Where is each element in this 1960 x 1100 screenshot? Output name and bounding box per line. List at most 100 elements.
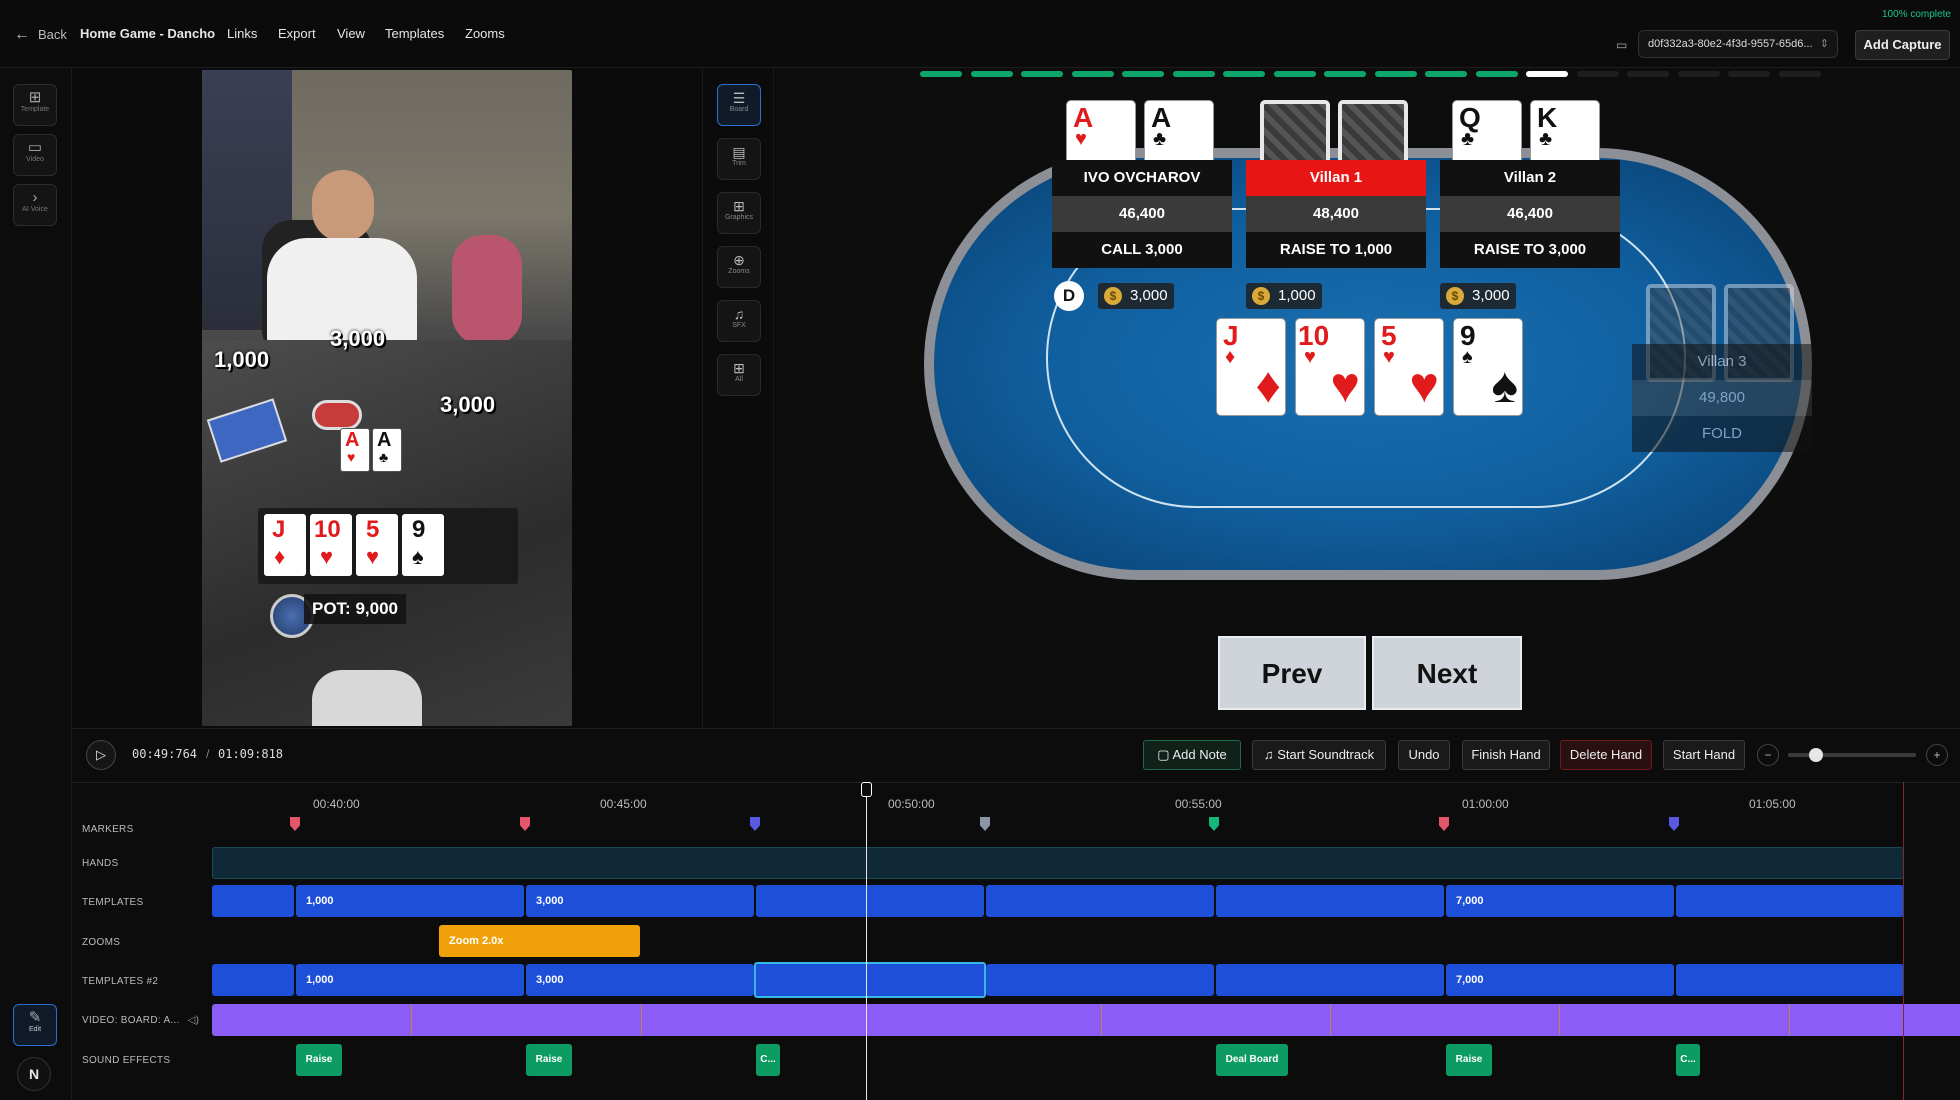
add-note-button[interactable]: ▢ Add Note	[1143, 740, 1241, 770]
template-clip[interactable]	[1216, 885, 1444, 917]
playhead[interactable]	[866, 790, 867, 1100]
person-head-image	[312, 170, 374, 242]
speaker-icon[interactable]: ◁)	[188, 1015, 200, 1026]
community-card: 5 ♥ ♥	[1374, 318, 1444, 416]
hand-progress	[920, 68, 1821, 80]
back-button[interactable]: ← Back	[14, 26, 67, 44]
template-clip[interactable]	[756, 885, 984, 917]
clip-split	[1330, 1004, 1331, 1036]
zoom-in-button[interactable]: +	[1926, 744, 1948, 766]
next-button[interactable]: Next	[1372, 636, 1522, 710]
lane-label-zooms: ZOOMS	[82, 937, 121, 948]
sfx-clip[interactable]: Raise	[296, 1044, 342, 1076]
rail-ai-voice-button[interactable]: › AI Voice	[13, 184, 57, 226]
progress-segment	[1071, 71, 1114, 77]
chevron-updown-icon: ⇕	[1819, 38, 1829, 50]
template-clip[interactable]: 3,000	[526, 885, 754, 917]
template-clip[interactable]	[212, 885, 294, 917]
tool-board-button[interactable]: ☰ Board	[717, 84, 761, 126]
template-clip[interactable]: 7,000	[1446, 885, 1674, 917]
template-clip-selected[interactable]	[754, 962, 986, 998]
template-clip[interactable]	[1216, 964, 1444, 996]
zoom-clip[interactable]: Zoom 2.0x	[439, 925, 640, 957]
zoom-slider[interactable]	[1788, 748, 1916, 762]
progress-segment	[1627, 71, 1669, 77]
ruler-tick: 00:55:00	[1175, 797, 1222, 811]
template-clip[interactable]: 1,000	[296, 964, 524, 996]
bet-chip: $3,000	[1440, 283, 1516, 309]
template-clip[interactable]	[986, 964, 1214, 996]
video-preview[interactable]: 1,000 3,000 3,000 A ♥ A ♣ J ♦ 10 ♥ 5 ♥ 9 ♠ POT…	[202, 70, 572, 726]
ruler-line	[72, 782, 1960, 783]
tool-sfx-button[interactable]: ♫ SFX	[717, 300, 761, 342]
zoom-out-button[interactable]: −	[1757, 744, 1779, 766]
template-clip[interactable]: 7,000	[1446, 964, 1674, 996]
progress-segment	[1677, 71, 1720, 77]
sfx-clip[interactable]: C...	[756, 1044, 780, 1076]
tool-trim-button[interactable]: ▤ Trim	[717, 138, 761, 180]
sfx-clip[interactable]: Raise	[1446, 1044, 1492, 1076]
menu-export[interactable]: Export	[278, 26, 316, 41]
start-soundtrack-button[interactable]: ♫ Start Soundtrack	[1252, 740, 1386, 770]
player-action: RAISE TO 1,000	[1279, 241, 1393, 258]
player-stack: 46,400	[1440, 196, 1620, 232]
template-clip[interactable]: 3,000	[526, 964, 754, 996]
clip-split	[1789, 1004, 1790, 1036]
template-clip[interactable]	[212, 964, 294, 996]
rail-video-button[interactable]: ▭ Video	[13, 134, 57, 176]
board-preview: A ♥ A ♣ Q ♣ K ♣ IVO OVCHAROV 46,400 CALL 3,0…	[776, 68, 1960, 728]
player-stack: 48,400	[1246, 196, 1426, 232]
tool-all-button[interactable]: ⊞ All	[717, 354, 761, 396]
play-icon[interactable]: ▷	[86, 740, 116, 770]
player-action: FOLD	[1701, 425, 1742, 442]
menu-templates[interactable]: Templates	[385, 26, 444, 41]
edit-button[interactable]: ✎ Edit	[13, 1004, 57, 1046]
rail-template-button[interactable]: ⊞ Template	[13, 84, 57, 126]
undo-button[interactable]: Undo	[1398, 740, 1450, 770]
board-overlay-panel: J ♦ 10 ♥ 5 ♥ 9 ♠	[258, 508, 518, 584]
app-logo[interactable]: N	[17, 1057, 51, 1091]
start-hand-button[interactable]: Start Hand	[1663, 740, 1745, 770]
zoom-slider-thumb[interactable]	[1808, 748, 1823, 762]
chevron-right-icon: ›	[32, 189, 38, 206]
player-name: Villan 2	[1503, 169, 1557, 186]
sfx-clip[interactable]: C...	[1676, 1044, 1700, 1076]
menu-links[interactable]: Links	[227, 26, 257, 41]
end-marker	[1903, 782, 1904, 1100]
video-clip[interactable]	[212, 1004, 1960, 1036]
prev-button[interactable]: Prev	[1218, 636, 1366, 710]
overlay-card: J ♦	[264, 514, 306, 576]
sfx-clip[interactable]: Deal Board	[1216, 1044, 1288, 1076]
progress-segment	[1576, 71, 1619, 77]
template-clip[interactable]	[1676, 964, 1904, 996]
menu-zooms[interactable]: Zooms	[465, 26, 505, 41]
player-name: IVO OVCHAROV	[1083, 169, 1201, 186]
tool-graphics-button[interactable]: ⊞ Graphics	[717, 192, 761, 234]
menu-view[interactable]: View	[337, 26, 365, 41]
camera-icon: ▭	[1616, 38, 1628, 52]
tool-zooms-button[interactable]: ⊕ Zooms	[717, 246, 761, 288]
player-name: Villan 3	[1697, 353, 1747, 370]
player-stack: 49,800	[1632, 380, 1812, 416]
grid-icon: ⊞	[28, 89, 42, 106]
overlay-card: 5 ♥	[356, 514, 398, 576]
template-clip[interactable]	[1676, 885, 1904, 917]
ruler-tick: 00:50:00	[888, 797, 935, 811]
dollar-coin-icon: $	[1252, 287, 1270, 305]
time-separator: /	[206, 747, 210, 761]
sfx-clip[interactable]: Raise	[526, 1044, 572, 1076]
progress-segment	[1475, 71, 1518, 77]
delete-hand-button[interactable]: Delete Hand	[1560, 740, 1652, 770]
finish-hand-button[interactable]: Finish Hand	[1462, 740, 1550, 770]
template-clip[interactable]	[986, 885, 1214, 917]
ruler-tick: 01:05:00	[1749, 797, 1796, 811]
template-clip[interactable]: 1,000	[296, 885, 524, 917]
player-box-3: Villan 2 46,400 RAISE TO 3,000	[1440, 160, 1620, 268]
lane-label-hands: HANDS	[82, 858, 119, 869]
hand-clip[interactable]	[212, 847, 1904, 879]
add-capture-button[interactable]: Add Capture	[1855, 30, 1950, 60]
clip-split	[1559, 1004, 1560, 1036]
progress-segment	[920, 71, 962, 77]
playhead-handle[interactable]	[861, 782, 872, 797]
capture-select[interactable]: d0f332a3-80e2-4f3d-9557-65d6... ⇕	[1638, 30, 1838, 58]
